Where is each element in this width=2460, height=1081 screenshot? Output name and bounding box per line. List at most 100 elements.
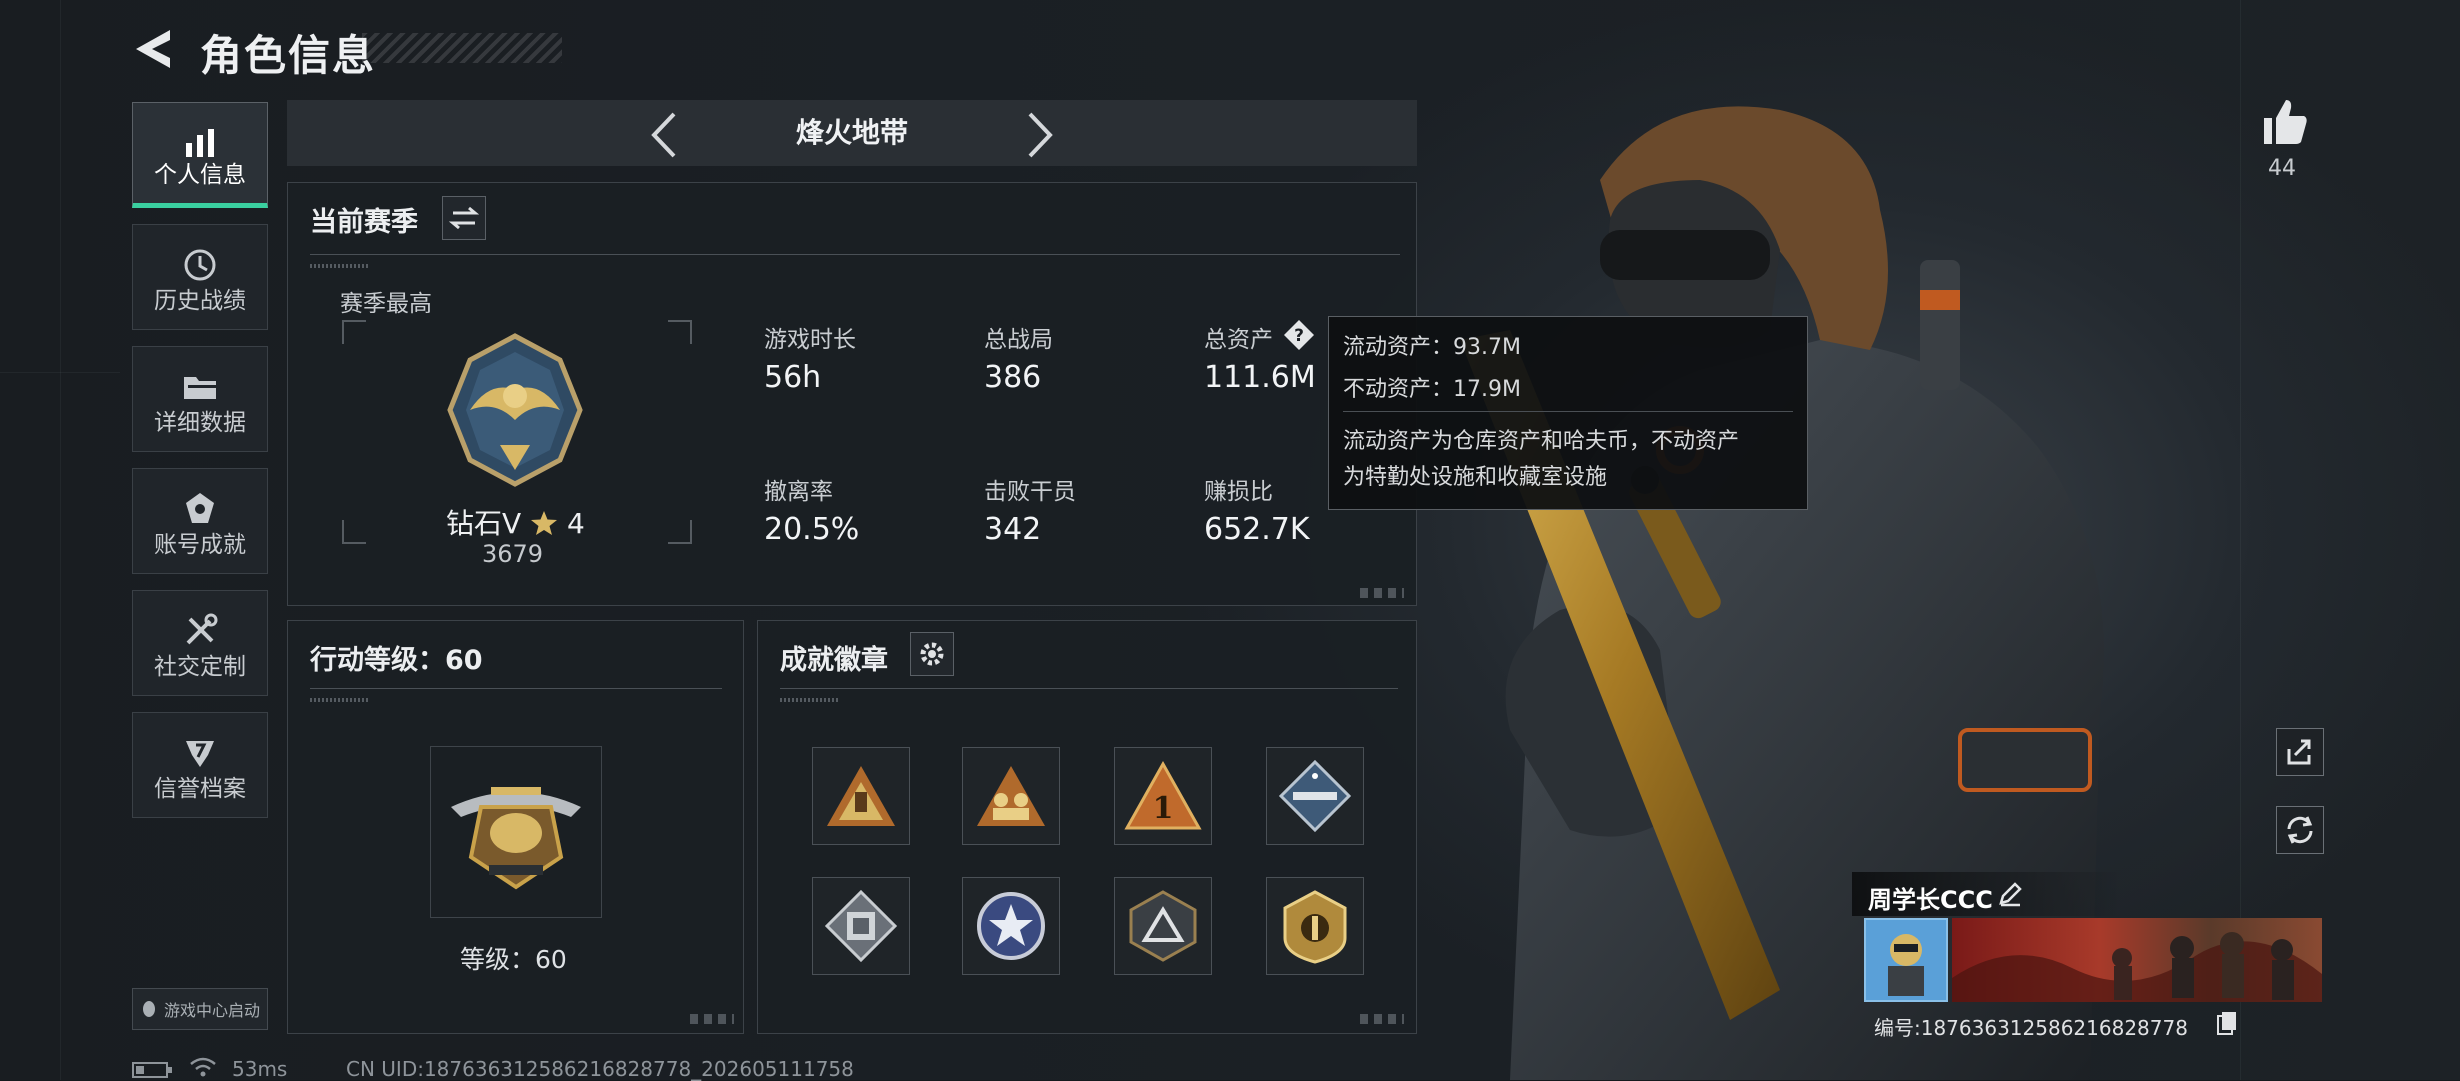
triangle-badge-icon[interactable] <box>1114 877 1212 975</box>
divider <box>310 254 1400 255</box>
star-icon <box>531 511 558 535</box>
tooltip-fixed-assets: 不动资产：17.9M <box>1343 377 1521 402</box>
sidebar-item-detail-data[interactable]: 详细数据 <box>132 346 268 452</box>
player-name: 周学长CCC <box>1868 886 1993 914</box>
sidebar-item-label: 个人信息 <box>154 162 246 188</box>
frame-corner <box>668 320 692 344</box>
back-arrow-icon[interactable] <box>130 26 180 72</box>
frame-corner <box>668 520 692 544</box>
sidebar-item-label: 历史战绩 <box>154 288 246 314</box>
ping: 53ms <box>232 1057 288 1081</box>
stat-value-profit-ratio: 652.7K <box>1204 512 1310 547</box>
frame-corner <box>342 520 366 544</box>
stat-label-extract-rate: 撤离率 <box>764 479 833 505</box>
sidebar-item-label: 社交定制 <box>154 654 246 680</box>
tooltip-description-line2: 为特勤处设施和收藏室设施 <box>1343 465 1608 490</box>
micro-deco <box>310 264 370 268</box>
footer-uid: CN UID:187636312586216828778_20260511175… <box>346 1057 854 1081</box>
sidebar-item-achievements[interactable]: 账号成就 <box>132 468 268 574</box>
rank-score: 3679 <box>482 540 544 568</box>
help-question-icon[interactable]: ? <box>1282 318 1316 352</box>
tooltip-divider <box>1343 411 1793 412</box>
avatar-character-icon <box>1866 920 1946 1000</box>
share-button[interactable] <box>2276 728 2324 776</box>
cube-badge-icon[interactable] <box>812 877 910 975</box>
thumbs-up-icon[interactable] <box>2258 96 2310 148</box>
title-decoration <box>362 33 562 63</box>
season-title: 当前赛季 <box>310 207 418 238</box>
refresh-button[interactable] <box>2276 806 2324 854</box>
soldiers-badge-icon[interactable] <box>962 747 1060 845</box>
launch-label: 游戏中心启动 <box>163 1001 260 1020</box>
wifi-icon <box>190 1057 216 1077</box>
missile-badge-icon[interactable] <box>1266 747 1364 845</box>
divider <box>310 688 722 689</box>
chevron-left-icon[interactable] <box>648 110 680 160</box>
sidebar-item-social[interactable]: 社交定制 <box>132 590 268 696</box>
diamond-rank-emblem-icon <box>447 333 583 487</box>
hand-sign-badge-icon[interactable] <box>812 747 910 845</box>
star-shield-badge-icon[interactable] <box>962 877 1060 975</box>
helicopter-level-emblem-icon <box>451 787 581 890</box>
game-center-launch-button[interactable]: 游戏中心启动 <box>132 988 268 1030</box>
frame-corner <box>342 320 366 344</box>
history-clock-icon <box>184 249 216 281</box>
level-emblem-frame <box>430 746 602 918</box>
refresh-icon <box>2287 816 2313 844</box>
stat-value-playtime: 56h <box>764 360 822 395</box>
chevron-right-icon[interactable] <box>1024 110 1056 160</box>
tooltip-description-line1: 流动资产为仓库资产和哈夫币，不动资产 <box>1343 429 1740 454</box>
achievement-medal-icon <box>186 493 214 523</box>
stat-label-playtime: 游戏时长 <box>764 327 856 353</box>
name-card-banner <box>1952 918 2322 1002</box>
season-best-label: 赛季最高 <box>340 291 432 317</box>
rank-stars: 4 <box>566 507 585 540</box>
stat-value-extract-rate: 20.5% <box>764 512 860 547</box>
swap-arrows-icon <box>448 206 480 230</box>
share-icon <box>2287 739 2311 765</box>
player-id: 编号:187636312586216828778 <box>1874 1016 2188 1040</box>
rank-name-row: 钻石V 4 <box>446 502 585 542</box>
sidebar-item-reputation[interactable]: 信誉档案 <box>132 712 268 818</box>
micro-deco <box>780 698 840 702</box>
battery-icon <box>132 1062 172 1078</box>
avatar[interactable] <box>1864 918 1948 1002</box>
stat-value-matches: 386 <box>984 360 1042 395</box>
panel-corner-deco <box>684 1014 734 1024</box>
copy-icon[interactable] <box>2216 1010 2238 1036</box>
panel-corner-deco <box>1354 588 1404 598</box>
reputation-shield-icon <box>186 741 214 767</box>
stat-value-kills: 342 <box>984 512 1042 547</box>
like-count: 44 <box>2268 156 2296 181</box>
action-level-title: 行动等级：60 <box>310 645 483 676</box>
panel-corner-deco <box>1354 1014 1404 1024</box>
gear-icon <box>920 642 944 666</box>
sidebar-item-label: 信誉档案 <box>154 776 246 802</box>
micro-deco <box>310 698 370 702</box>
round-shield-badge-icon[interactable] <box>1266 877 1364 975</box>
sidebar-item-history[interactable]: 历史战绩 <box>132 224 268 330</box>
sidebar-item-personal-info[interactable]: 个人信息 <box>132 102 268 208</box>
tooltip-liquid-assets: 流动资产：93.7M <box>1343 335 1521 360</box>
svg-text:1: 1 <box>1153 791 1174 826</box>
stat-label-total-assets: 总资产 <box>1204 327 1273 353</box>
assets-tooltip: 流动资产：93.7M 不动资产：17.9M 流动资产为仓库资产和哈夫币，不动资产… <box>1328 316 1808 510</box>
achievements-title: 成就徽章 <box>780 645 888 676</box>
number-one-badge-icon[interactable]: 1 <box>1114 747 1212 845</box>
svg-text:?: ? <box>1294 326 1304 346</box>
page-title: 角色信息 <box>200 31 377 80</box>
level-text: 等级：60 <box>460 945 567 974</box>
stat-value-total-assets: 111.6M <box>1204 360 1316 395</box>
soldiers-banner-illustration <box>1952 932 2322 1002</box>
mode-title: 烽火地带 <box>795 116 908 149</box>
switch-season-button[interactable] <box>442 196 486 240</box>
sidebar-item-label: 账号成就 <box>154 532 246 558</box>
divider <box>780 688 1398 689</box>
stat-label-matches: 总战局 <box>984 327 1053 353</box>
folder-icon <box>184 377 216 399</box>
edit-pencil-icon[interactable] <box>1996 880 2024 908</box>
qq-penguin-icon <box>142 1001 155 1017</box>
stat-label-profit-ratio: 赚损比 <box>1204 479 1273 505</box>
stat-label-kills: 击败干员 <box>984 479 1076 505</box>
badge-settings-button[interactable] <box>910 632 954 676</box>
